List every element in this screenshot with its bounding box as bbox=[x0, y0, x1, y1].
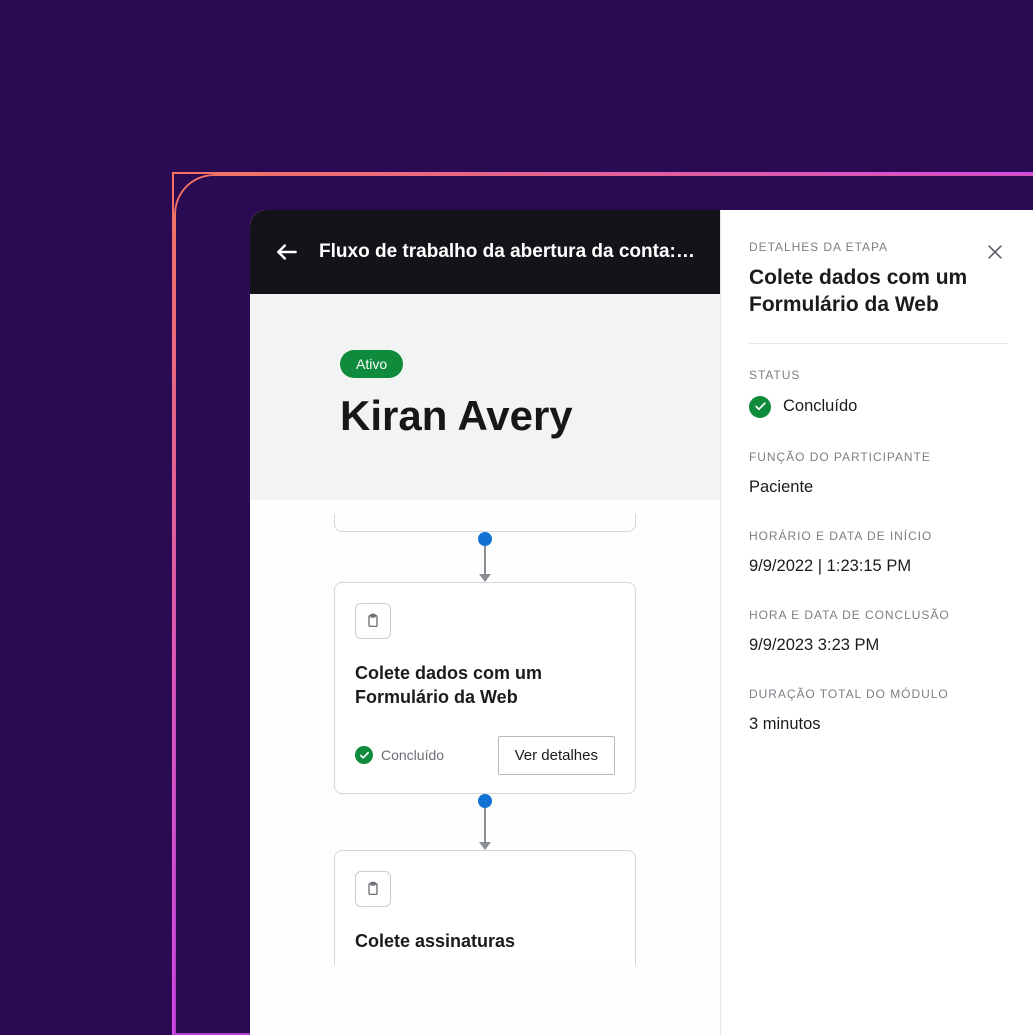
detail-value: Paciente bbox=[749, 478, 1007, 497]
panel-header: DETALHES DA ETAPA Colete dados com um Fo… bbox=[749, 240, 1007, 344]
detail-label: HORÁRIO E DATA DE INÍCIO bbox=[749, 529, 1007, 543]
header-bar: Fluxo de trabalho da abertura da conta: … bbox=[250, 210, 720, 294]
workflow-step-card[interactable]: Colete dados com um Formulário da Web Co… bbox=[334, 582, 636, 794]
step-title: Colete dados com um Formulário da Web bbox=[355, 661, 615, 710]
card-icon-box bbox=[355, 603, 391, 639]
check-circle-icon bbox=[355, 746, 373, 764]
connector-dot bbox=[478, 794, 492, 808]
detail-status: STATUS Concluído bbox=[749, 368, 1007, 418]
status-badge: Concluído bbox=[355, 746, 444, 764]
panel-eyebrow: DETALHES DA ETAPA bbox=[749, 240, 1007, 254]
detail-end-time: HORA E DATA DE CONCLUSÃO 9/9/2023 3:23 P… bbox=[749, 608, 1007, 655]
status-text: Concluído bbox=[381, 747, 444, 763]
detail-label: DURAÇÃO TOTAL DO MÓDULO bbox=[749, 687, 1007, 701]
detail-start-time: HORÁRIO E DATA DE INÍCIO 9/9/2022 | 1:23… bbox=[749, 529, 1007, 576]
arrow-down-icon bbox=[479, 574, 491, 582]
app-window: Fluxo de trabalho da abertura da conta: … bbox=[250, 210, 1033, 1035]
close-icon bbox=[985, 242, 1005, 262]
connector-dot bbox=[478, 532, 492, 546]
clipboard-icon bbox=[365, 880, 381, 898]
workflow-step-card[interactable]: Colete assinaturas bbox=[334, 850, 636, 965]
detail-value: 9/9/2022 | 1:23:15 PM bbox=[749, 557, 1007, 576]
detail-value: 3 minutos bbox=[749, 715, 1007, 734]
connector-line bbox=[484, 808, 486, 842]
status-pill: Ativo bbox=[340, 350, 403, 378]
card-footer: Concluído Ver detalhes bbox=[355, 736, 615, 775]
detail-label: HORA E DATA DE CONCLUSÃO bbox=[749, 608, 1007, 622]
flow-connector bbox=[250, 794, 720, 850]
status-value-text: Concluído bbox=[783, 397, 857, 416]
detail-label: FUNÇÃO DO PARTICIPANTE bbox=[749, 450, 1007, 464]
detail-participant-role: FUNÇÃO DO PARTICIPANTE Paciente bbox=[749, 450, 1007, 497]
view-details-button[interactable]: Ver detalhes bbox=[498, 736, 615, 775]
arrow-left-icon bbox=[274, 239, 300, 265]
arrow-down-icon bbox=[479, 842, 491, 850]
flow-connector bbox=[250, 532, 720, 582]
step-title: Colete assinaturas bbox=[355, 929, 615, 953]
header-title: Fluxo de trabalho da abertura da conta: … bbox=[319, 241, 698, 263]
hero: Ativo Kiran Avery bbox=[250, 294, 720, 500]
workflow-canvas: Colete dados com um Formulário da Web Co… bbox=[250, 500, 720, 1035]
close-button[interactable] bbox=[981, 238, 1009, 266]
detail-value: Concluído bbox=[749, 396, 1007, 418]
clipboard-icon bbox=[365, 612, 381, 630]
main-column: Fluxo de trabalho da abertura da conta: … bbox=[250, 210, 720, 1035]
connector-line bbox=[484, 546, 486, 574]
detail-label: STATUS bbox=[749, 368, 1007, 382]
person-name: Kiran Avery bbox=[340, 392, 698, 440]
detail-duration: DURAÇÃO TOTAL DO MÓDULO 3 minutos bbox=[749, 687, 1007, 734]
card-icon-box bbox=[355, 871, 391, 907]
panel-title: Colete dados com um Formulário da Web bbox=[749, 264, 969, 319]
check-circle-icon bbox=[749, 396, 771, 418]
detail-value: 9/9/2023 3:23 PM bbox=[749, 636, 1007, 655]
back-button[interactable] bbox=[272, 237, 301, 267]
details-side-panel: DETALHES DA ETAPA Colete dados com um Fo… bbox=[720, 210, 1033, 1035]
previous-card-edge bbox=[334, 514, 636, 532]
